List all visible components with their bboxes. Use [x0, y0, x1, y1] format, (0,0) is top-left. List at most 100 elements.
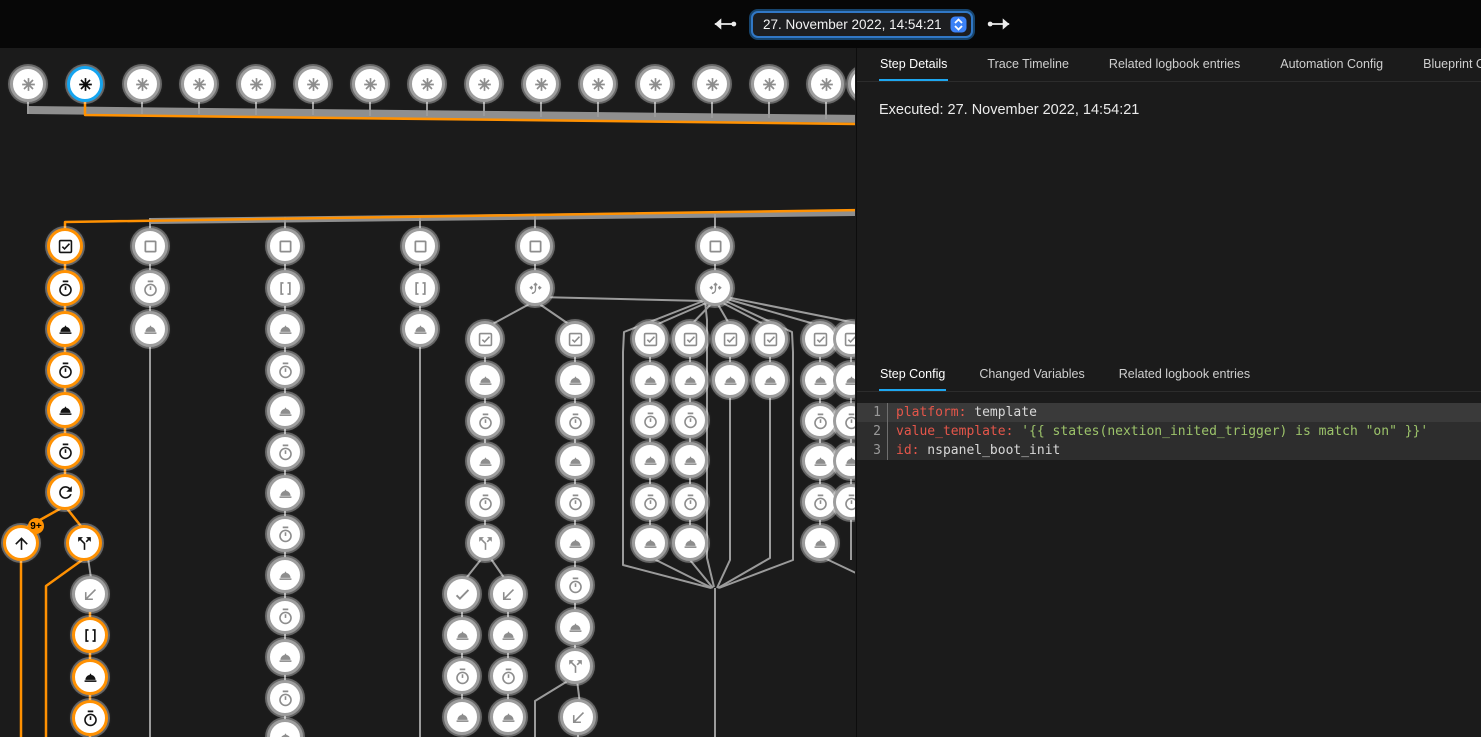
arrow-down-left-icon[interactable]	[490, 576, 526, 612]
asterisk-icon[interactable]	[10, 66, 46, 102]
square-icon[interactable]	[267, 228, 303, 264]
brackets-icon[interactable]	[402, 270, 438, 306]
timer-icon[interactable]	[557, 484, 593, 520]
next-run-icon[interactable]	[986, 12, 1012, 36]
timer-icon[interactable]	[267, 598, 303, 634]
brackets-icon[interactable]	[267, 270, 303, 306]
square-icon[interactable]	[517, 228, 553, 264]
asterisk-icon[interactable]	[466, 66, 502, 102]
timer-icon[interactable]	[47, 270, 83, 306]
timer-icon[interactable]	[267, 352, 303, 388]
asterisk-icon[interactable]	[694, 66, 730, 102]
tab-step-details[interactable]: Step Details	[879, 48, 948, 81]
brackets-icon[interactable]	[72, 617, 108, 653]
tab-related-logbook-entries[interactable]: Related logbook entries	[1118, 358, 1251, 391]
timer-icon[interactable]	[467, 484, 503, 520]
dome-icon[interactable]	[444, 617, 480, 653]
dome-icon[interactable]	[72, 659, 108, 695]
tab-blueprint-config[interactable]: Blueprint Config	[1422, 48, 1481, 81]
dome-icon[interactable]	[557, 525, 593, 561]
checkbox-icon[interactable]	[752, 321, 788, 357]
timer-icon[interactable]	[672, 484, 708, 520]
arrow-up-icon[interactable]: 9+	[3, 525, 39, 561]
dome-icon[interactable]	[672, 362, 708, 398]
arrow-down-left-icon[interactable]	[560, 699, 596, 735]
dome-icon[interactable]	[267, 557, 303, 593]
dome-icon[interactable]	[132, 311, 168, 347]
dome-icon[interactable]	[632, 362, 668, 398]
asterisk-icon[interactable]	[580, 66, 616, 102]
tab-step-config[interactable]: Step Config	[879, 358, 946, 391]
asterisk-icon[interactable]	[409, 66, 445, 102]
asterisk-icon[interactable]	[124, 66, 160, 102]
asterisk-icon[interactable]	[295, 66, 331, 102]
checkbox-icon[interactable]	[467, 321, 503, 357]
dome-icon[interactable]	[47, 392, 83, 428]
dome-icon[interactable]	[632, 442, 668, 478]
dome-icon[interactable]	[47, 311, 83, 347]
square-icon[interactable]	[132, 228, 168, 264]
square-icon[interactable]	[697, 228, 733, 264]
call-split-icon[interactable]	[66, 525, 102, 561]
tab-trace-timeline[interactable]: Trace Timeline	[986, 48, 1070, 81]
timer-icon[interactable]	[444, 658, 480, 694]
check-icon[interactable]	[444, 576, 480, 612]
checkbox-icon[interactable]	[632, 321, 668, 357]
timer-icon[interactable]	[490, 658, 526, 694]
dome-icon[interactable]	[490, 699, 526, 735]
dome-icon[interactable]	[267, 639, 303, 675]
checkbox-icon[interactable]	[47, 228, 83, 264]
dome-icon[interactable]	[267, 311, 303, 347]
timer-icon[interactable]	[467, 403, 503, 439]
dome-icon[interactable]	[672, 525, 708, 561]
dome-icon[interactable]	[467, 443, 503, 479]
timer-icon[interactable]	[267, 680, 303, 716]
asterisk-icon[interactable]	[523, 66, 559, 102]
arrow-down-left-icon[interactable]	[72, 576, 108, 612]
asterisk-icon[interactable]	[751, 66, 787, 102]
timer-icon[interactable]	[672, 402, 708, 438]
tab-automation-config[interactable]: Automation Config	[1279, 48, 1384, 81]
decision-icon[interactable]	[697, 270, 733, 306]
timer-icon[interactable]	[267, 516, 303, 552]
timer-icon[interactable]	[132, 270, 168, 306]
timer-icon[interactable]	[267, 434, 303, 470]
tab-related-logbook-entries[interactable]: Related logbook entries	[1108, 48, 1241, 81]
square-icon[interactable]	[402, 228, 438, 264]
call-split-icon[interactable]	[467, 525, 503, 561]
timer-icon[interactable]	[72, 700, 108, 736]
dome-icon[interactable]	[402, 311, 438, 347]
tab-changed-variables[interactable]: Changed Variables	[978, 358, 1085, 391]
timer-icon[interactable]	[632, 402, 668, 438]
dome-icon[interactable]	[712, 362, 748, 398]
timer-icon[interactable]	[557, 567, 593, 603]
dome-icon[interactable]	[557, 362, 593, 398]
timer-icon[interactable]	[557, 403, 593, 439]
trace-graph-canvas[interactable]: 9+	[0, 48, 855, 737]
asterisk-icon[interactable]	[637, 66, 673, 102]
asterisk-icon[interactable]	[238, 66, 274, 102]
dome-icon[interactable]	[632, 525, 668, 561]
dome-icon[interactable]	[752, 362, 788, 398]
asterisk-icon[interactable]	[808, 66, 844, 102]
dome-icon[interactable]	[557, 609, 593, 645]
timer-icon[interactable]	[47, 433, 83, 469]
timer-icon[interactable]	[632, 484, 668, 520]
checkbox-icon[interactable]	[712, 321, 748, 357]
dome-icon[interactable]	[467, 362, 503, 398]
dome-icon[interactable]	[267, 393, 303, 429]
asterisk-icon[interactable]	[67, 66, 103, 102]
refresh-icon[interactable]	[47, 474, 83, 510]
dome-icon[interactable]	[672, 442, 708, 478]
run-selector[interactable]: 27. November 2022, 14:54:21	[751, 11, 973, 38]
checkbox-icon[interactable]	[672, 321, 708, 357]
dome-icon[interactable]	[802, 525, 838, 561]
dome-icon[interactable]	[557, 443, 593, 479]
dome-icon[interactable]	[267, 475, 303, 511]
call-split-icon[interactable]	[557, 648, 593, 684]
asterisk-icon[interactable]	[181, 66, 217, 102]
checkbox-icon[interactable]	[557, 321, 593, 357]
dome-icon[interactable]	[444, 699, 480, 735]
previous-run-icon[interactable]	[712, 12, 738, 36]
asterisk-icon[interactable]	[352, 66, 388, 102]
